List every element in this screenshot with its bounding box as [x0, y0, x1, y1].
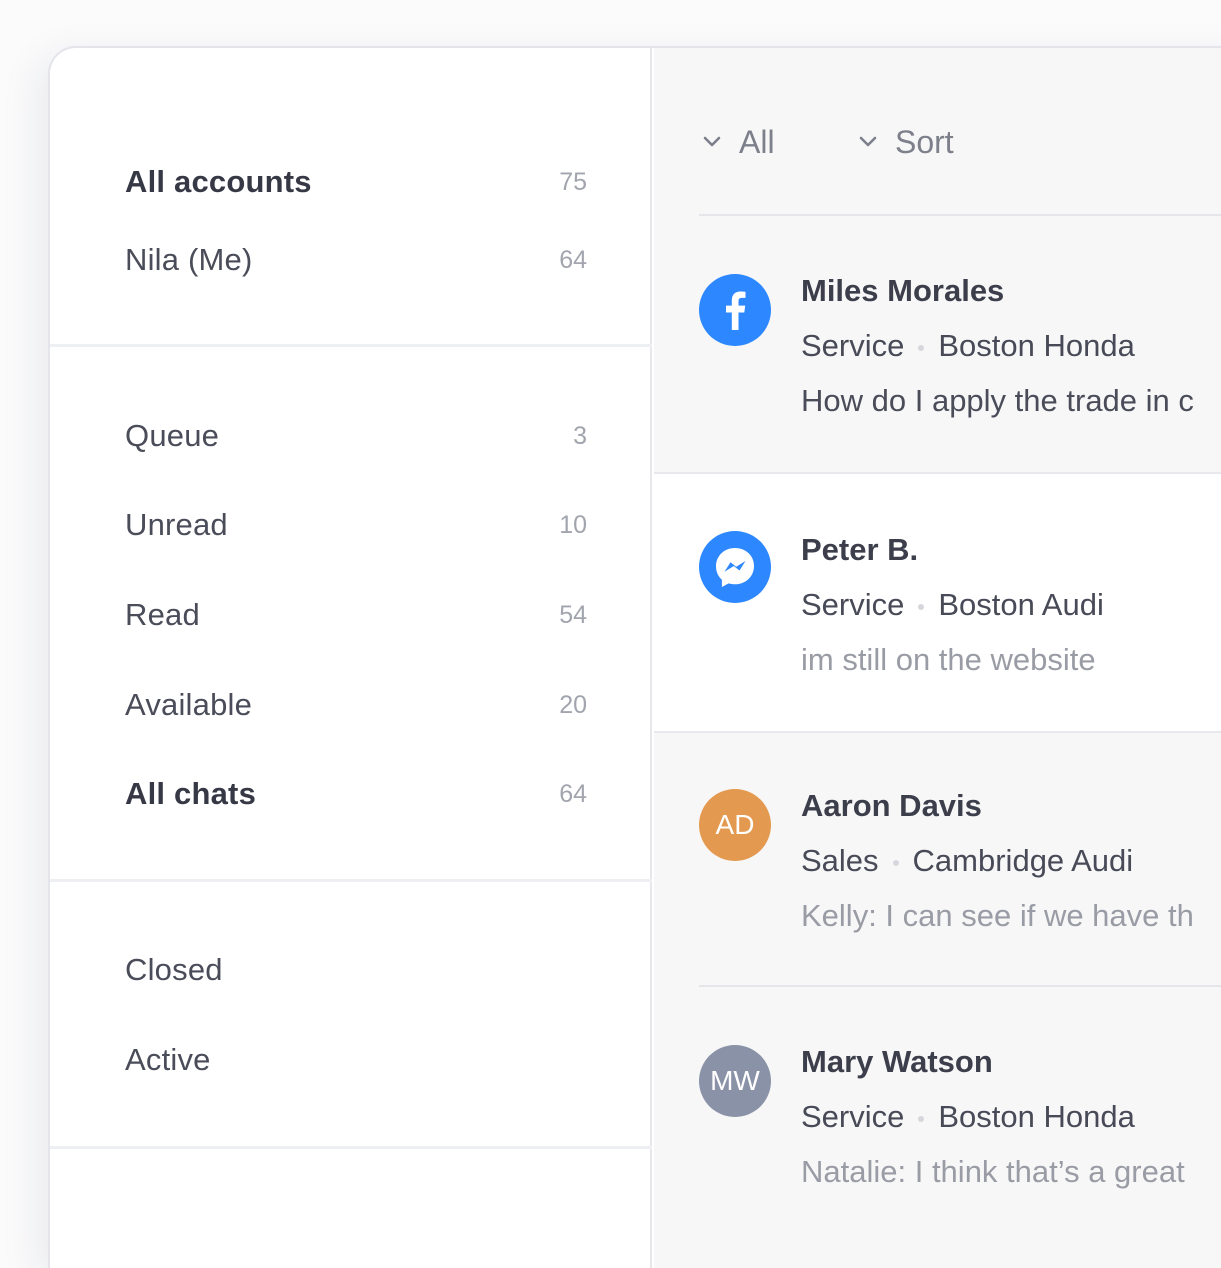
sidebar-item-label: All chats [125, 776, 257, 811]
sidebar-item-count: 3 [573, 422, 587, 450]
avatar: AD [699, 789, 771, 861]
conversation-meta: Service Boston Audi [801, 587, 1104, 623]
sidebar-item-unread[interactable]: Unread 10 [125, 507, 587, 547]
sidebar-item-count: 64 [559, 246, 587, 274]
contact-name: Mary Watson [801, 1044, 993, 1079]
conversation-item[interactable]: Peter B. Service Boston Audi im still on … [654, 472, 1221, 733]
facebook-icon [699, 274, 771, 346]
message-preview: How do I apply the trade in c [801, 383, 1194, 418]
sidebar: All accounts 75 Nila (Me) 64 Queue 3 Unr… [50, 48, 652, 1268]
department: Sales [801, 843, 879, 878]
messenger-icon [699, 531, 771, 603]
sidebar-item-label: Active [125, 1042, 211, 1077]
sidebar-item-all-chats[interactable]: All chats 64 [125, 776, 587, 816]
separator-dot [918, 344, 925, 351]
sort-label: Sort [895, 123, 954, 160]
conversation-list-panel: All Sort Miles Morales Service Boston Hon… [654, 48, 1221, 1268]
sidebar-item-active[interactable]: Active [125, 1042, 587, 1082]
avatar: MW [699, 1045, 771, 1117]
sidebar-item-label: Unread [125, 507, 228, 542]
dealer: Boston Audi [938, 587, 1104, 622]
separator-dot [918, 1115, 925, 1122]
filter-all-label: All [739, 123, 775, 160]
sidebar-item-label: All accounts [125, 164, 312, 199]
sidebar-item-count: 54 [559, 601, 587, 629]
sidebar-item-count: 64 [559, 780, 587, 808]
contact-name: Aaron Davis [801, 788, 982, 823]
status-group: Closed Active [50, 882, 652, 1149]
sidebar-item-available[interactable]: Available 20 [125, 687, 587, 727]
filter-all-dropdown[interactable]: All [699, 120, 775, 164]
sidebar-item-label: Read [125, 597, 200, 632]
sidebar-item-label: Available [125, 687, 253, 722]
contact-name: Miles Morales [801, 273, 1005, 308]
conversation-item[interactable]: Miles Morales Service Boston Honda How do… [654, 216, 1221, 472]
sidebar-item-count: 20 [559, 691, 587, 719]
message-preview: Natalie: I think that’s a great [801, 1154, 1185, 1189]
conversation-item[interactable]: MW Mary Watson Service Boston Honda Natal… [654, 987, 1221, 1268]
sidebar-item-label: Nila (Me) [125, 242, 253, 277]
department: Service [801, 587, 905, 622]
conversation-meta: Service Boston Honda [801, 328, 1135, 364]
sidebar-item-count: 10 [559, 511, 587, 539]
sidebar-item-count: 75 [559, 168, 587, 196]
message-preview: Kelly: I can see if we have th [801, 898, 1194, 933]
conversation-meta: Service Boston Honda [801, 1099, 1135, 1135]
accounts-group: All accounts 75 Nila (Me) 64 [50, 48, 652, 347]
contact-name: Peter B. [801, 532, 919, 567]
message-preview: im still on the website [801, 642, 1096, 677]
department: Service [801, 328, 905, 363]
separator-dot [892, 859, 899, 866]
sidebar-item-nila[interactable]: Nila (Me) 64 [125, 242, 587, 282]
separator-dot [918, 603, 925, 610]
inbox-window: All accounts 75 Nila (Me) 64 Queue 3 Unr… [48, 46, 1221, 1268]
views-group: Queue 3 Unread 10 Read 54 Available 20 A… [50, 347, 652, 882]
department: Service [801, 1099, 905, 1134]
conversation-meta: Sales Cambridge Audi [801, 843, 1133, 879]
chevron-down-icon [859, 136, 877, 147]
dealer: Boston Honda [938, 328, 1135, 363]
dealer: Boston Honda [938, 1099, 1135, 1134]
sidebar-item-label: Closed [125, 952, 223, 987]
sidebar-item-queue[interactable]: Queue 3 [125, 418, 587, 458]
conversation-item[interactable]: AD Aaron Davis Sales Cambridge Audi Kelly… [654, 731, 1221, 986]
chevron-down-icon [703, 136, 721, 147]
dealer: Cambridge Audi [912, 843, 1134, 878]
sidebar-item-label: Queue [125, 418, 220, 453]
sidebar-item-closed[interactable]: Closed [125, 952, 587, 992]
sort-dropdown[interactable]: Sort [855, 120, 954, 164]
sidebar-item-read[interactable]: Read 54 [125, 597, 587, 637]
sidebar-item-all-accounts[interactable]: All accounts 75 [125, 164, 587, 204]
